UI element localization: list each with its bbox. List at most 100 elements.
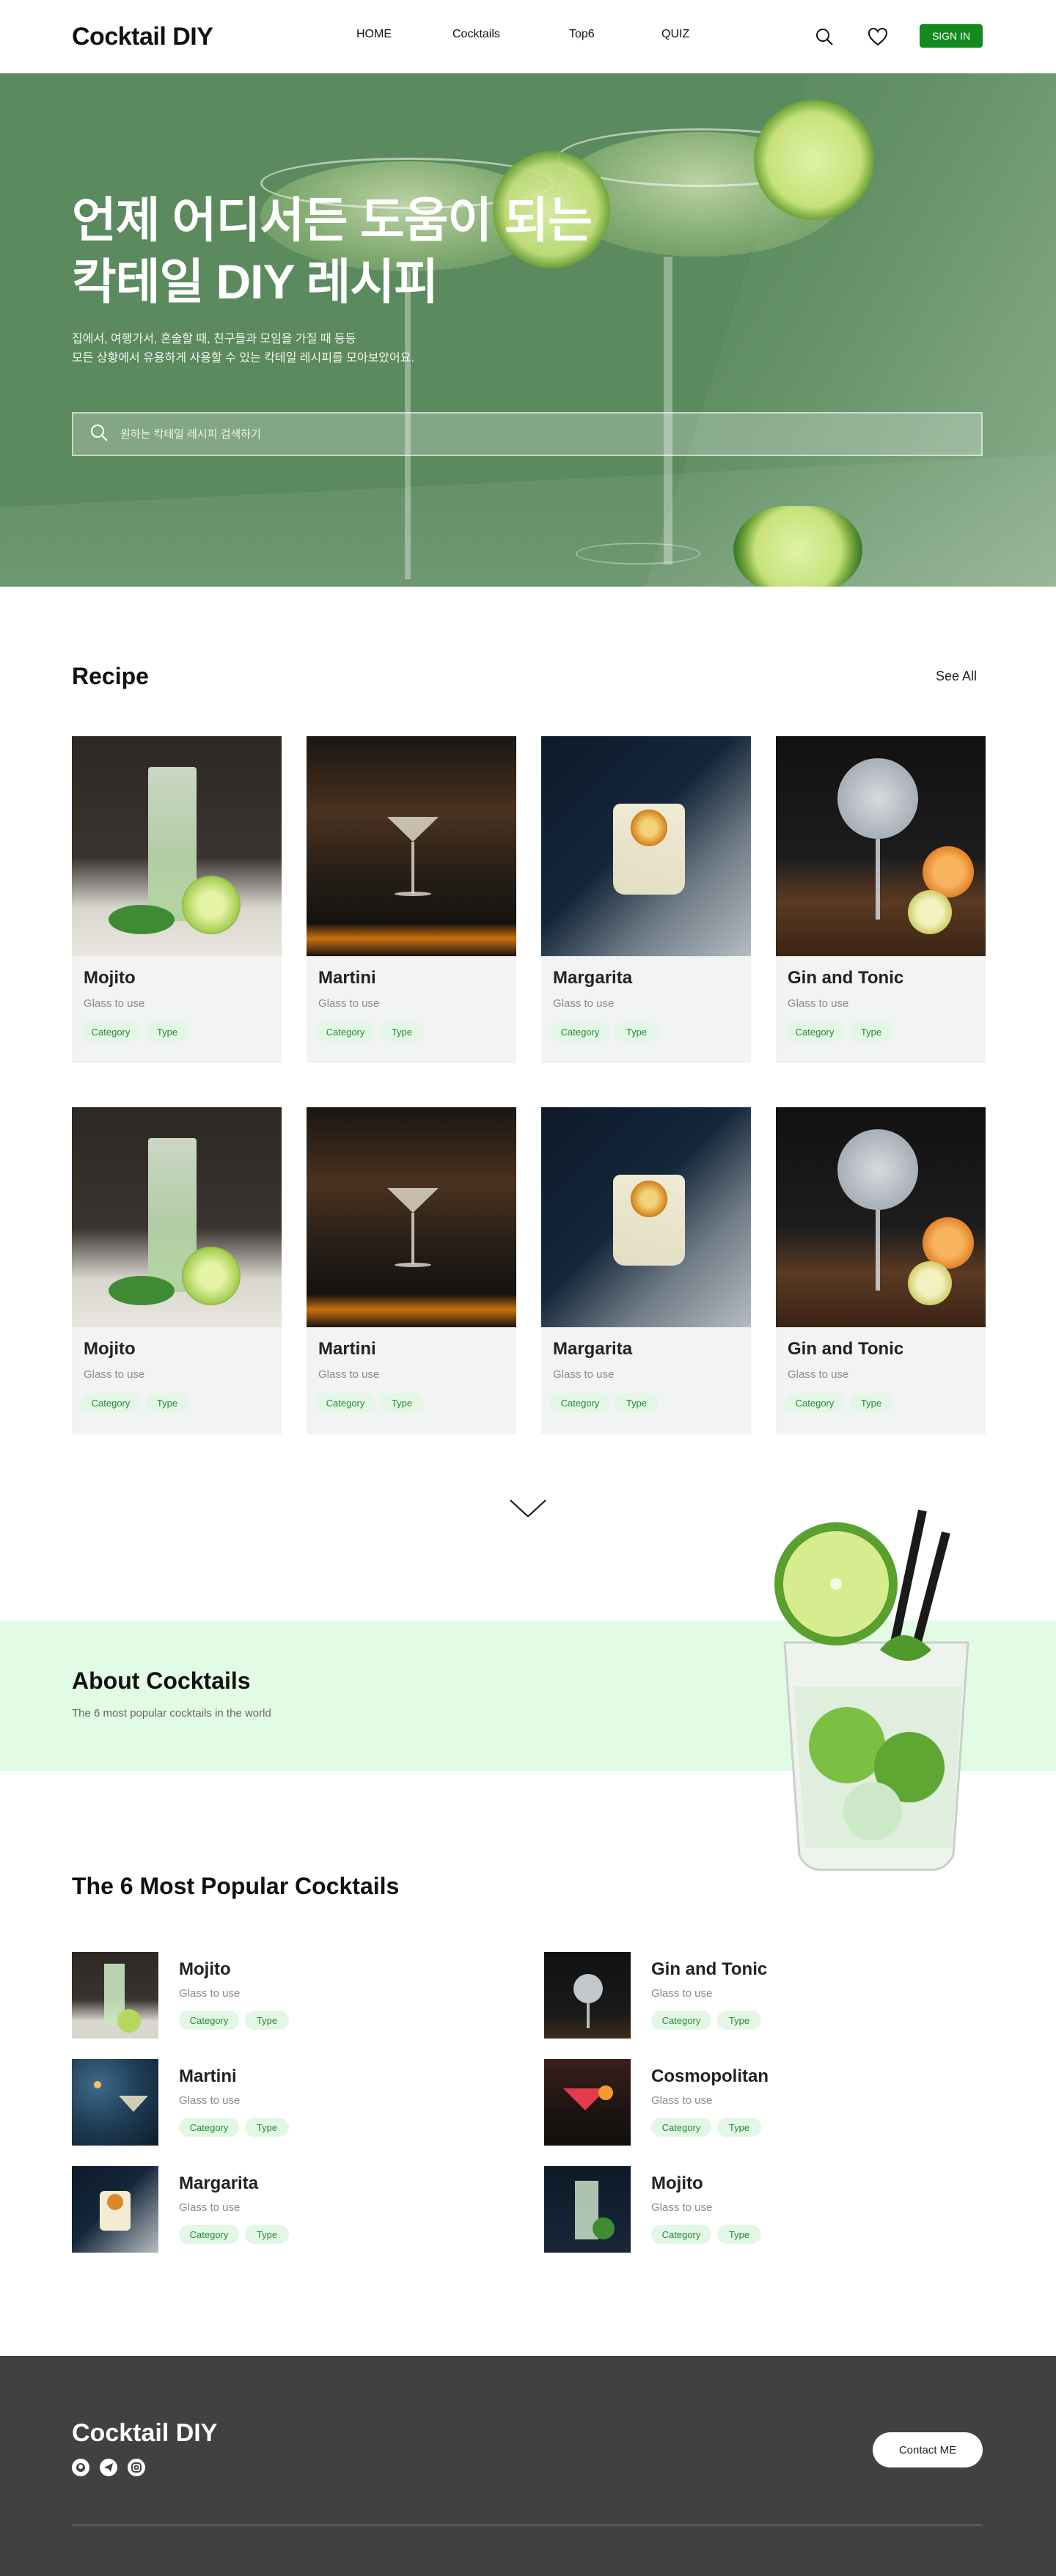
type-tag[interactable]: Type: [849, 1393, 893, 1412]
card-title: Martini: [318, 1339, 376, 1359]
hero-search-bar[interactable]: [72, 412, 983, 456]
recipe-card-margarita[interactable]: Margarita Glass to use Category Type: [541, 736, 751, 1063]
popular-item-cosmopolitan[interactable]: Cosmopolitan Glass to use Category Type: [544, 2059, 911, 2146]
site-logo[interactable]: Cocktail DIY: [72, 23, 213, 51]
recipe-card-mojito[interactable]: Mojito Glass to use Category Type: [72, 1107, 282, 1434]
footer-logo[interactable]: Cocktail DIY: [72, 2419, 217, 2448]
type-tag[interactable]: Type: [245, 2118, 289, 2137]
chevron-down-icon[interactable]: [509, 1497, 547, 1523]
popular-item-gin-and-tonic[interactable]: Gin and Tonic Glass to use Category Type: [544, 1952, 911, 2039]
mojito-thumb: [544, 2166, 631, 2253]
popular-item-title: Mojito: [651, 2173, 703, 2193]
category-tag[interactable]: Category: [315, 1022, 375, 1041]
recipe-card-margarita[interactable]: Margarita Glass to use Category Type: [541, 1107, 751, 1434]
category-tag[interactable]: Category: [179, 2011, 239, 2030]
margarita-image: [541, 736, 751, 956]
nav-home[interactable]: HOME: [356, 28, 392, 41]
category-tag[interactable]: Category: [785, 1022, 845, 1041]
margarita-image: [541, 1107, 751, 1327]
popular-section-title: The 6 Most Popular Cocktails: [72, 1873, 400, 1899]
card-glass-text: Glass to use: [553, 997, 615, 1010]
popular-item-title: Martini: [179, 2066, 237, 2086]
popular-item-glass: Glass to use: [179, 2201, 241, 2214]
nav-top6[interactable]: Top6: [569, 28, 595, 41]
card-glass-text: Glass to use: [788, 1368, 849, 1381]
popular-item-title: Margarita: [179, 2173, 259, 2193]
category-tag[interactable]: Category: [550, 1022, 610, 1041]
mojito-image: [72, 1107, 282, 1327]
search-icon[interactable]: [813, 25, 836, 48]
recipe-card-mojito[interactable]: Mojito Glass to use Category Type: [72, 736, 282, 1063]
category-tag[interactable]: Category: [785, 1393, 845, 1412]
github-icon[interactable]: [72, 2459, 89, 2476]
heart-icon[interactable]: [866, 25, 890, 48]
category-tag[interactable]: Category: [179, 2118, 239, 2137]
popular-item-title: Cosmopolitan: [651, 2066, 769, 2086]
sign-in-button[interactable]: SIGN IN: [920, 24, 983, 48]
gin-and-tonic-thumb: [544, 1952, 631, 2039]
popular-item-glass: Glass to use: [651, 2094, 713, 2107]
recipe-card-martini[interactable]: Martini Glass to use Category Type: [307, 736, 516, 1063]
recipe-card-martini[interactable]: Martini Glass to use Category Type: [307, 1107, 516, 1434]
popular-item-mojito[interactable]: Mojito Glass to use Category Type: [72, 1952, 439, 2039]
hero-glass-right-base: [576, 543, 700, 565]
type-tag[interactable]: Type: [145, 1022, 189, 1041]
type-tag[interactable]: Type: [849, 1022, 893, 1041]
telegram-icon[interactable]: [100, 2459, 117, 2476]
site-footer: Cocktail DIY Contact ME: [0, 2356, 1056, 2576]
type-tag[interactable]: Type: [245, 2011, 289, 2030]
recipe-card-gin-and-tonic[interactable]: Gin and Tonic Glass to use Category Type: [776, 1107, 986, 1434]
popular-item-glass: Glass to use: [651, 1987, 713, 2000]
popular-item-glass: Glass to use: [651, 2201, 713, 2214]
about-subtitle: The 6 most popular cocktails in the worl…: [72, 1707, 271, 1720]
type-tag[interactable]: Type: [380, 1393, 424, 1412]
contact-me-button[interactable]: Contact ME: [873, 2432, 983, 2467]
martini-image: [307, 736, 516, 956]
nav-cocktails[interactable]: Cocktails: [452, 28, 500, 41]
gin-and-tonic-image: [776, 736, 986, 956]
type-tag[interactable]: Type: [615, 1393, 659, 1412]
search-input[interactable]: [120, 428, 560, 441]
instagram-icon[interactable]: [128, 2459, 145, 2476]
category-tag[interactable]: Category: [651, 2225, 711, 2244]
type-tag[interactable]: Type: [717, 2225, 761, 2244]
hero-section: 언제 어디서든 도움이 되는 칵테일 DIY 레시피 집에서, 여행가서, 혼술할…: [0, 73, 1056, 587]
category-tag[interactable]: Category: [81, 1022, 141, 1041]
category-tag[interactable]: Category: [81, 1393, 141, 1412]
recipe-card-gin-and-tonic[interactable]: Gin and Tonic Glass to use Category Type: [776, 736, 986, 1063]
about-title: About Cocktails: [72, 1667, 251, 1694]
card-glass-text: Glass to use: [553, 1368, 615, 1381]
type-tag[interactable]: Type: [380, 1022, 424, 1041]
popular-item-margarita[interactable]: Margarita Glass to use Category Type: [72, 2166, 439, 2253]
hero-table: [0, 455, 1056, 587]
type-tag[interactable]: Type: [615, 1022, 659, 1041]
category-tag[interactable]: Category: [550, 1393, 610, 1412]
popular-item-martini[interactable]: Martini Glass to use Category Type: [72, 2059, 439, 2146]
type-tag[interactable]: Type: [717, 2011, 761, 2030]
category-tag[interactable]: Category: [315, 1393, 375, 1412]
hero-title: 언제 어디서든 도움이 되는 칵테일 DIY 레시피: [72, 193, 593, 309]
card-glass-text: Glass to use: [84, 1368, 145, 1381]
category-tag[interactable]: Category: [179, 2225, 239, 2244]
hero-glass-right-stem: [664, 257, 672, 565]
card-glass-text: Glass to use: [788, 997, 849, 1010]
popular-item-mojito[interactable]: Mojito Glass to use Category Type: [544, 2166, 911, 2253]
popular-item-title: Mojito: [179, 1959, 231, 1979]
type-tag[interactable]: Type: [145, 1393, 189, 1412]
popular-item-glass: Glass to use: [179, 1987, 241, 2000]
card-title: Martini: [318, 968, 376, 988]
card-glass-text: Glass to use: [84, 997, 145, 1010]
hero-subtitle: 집에서, 여행가서, 혼술할 때, 친구들과 모임을 가질 때 등등 모든 상황에…: [72, 333, 414, 364]
see-all-link[interactable]: See All: [936, 669, 977, 684]
card-title: Mojito: [84, 1339, 136, 1359]
category-tag[interactable]: Category: [651, 2011, 711, 2030]
category-tag[interactable]: Category: [651, 2118, 711, 2137]
type-tag[interactable]: Type: [245, 2225, 289, 2244]
cosmopolitan-thumb: [544, 2059, 631, 2146]
card-glass-text: Glass to use: [318, 997, 380, 1010]
card-title: Gin and Tonic: [788, 968, 904, 988]
type-tag[interactable]: Type: [717, 2118, 761, 2137]
hero-lime-slice: [733, 506, 862, 587]
recipe-section-title: Recipe: [72, 663, 149, 689]
nav-quiz[interactable]: QUIZ: [661, 28, 689, 41]
